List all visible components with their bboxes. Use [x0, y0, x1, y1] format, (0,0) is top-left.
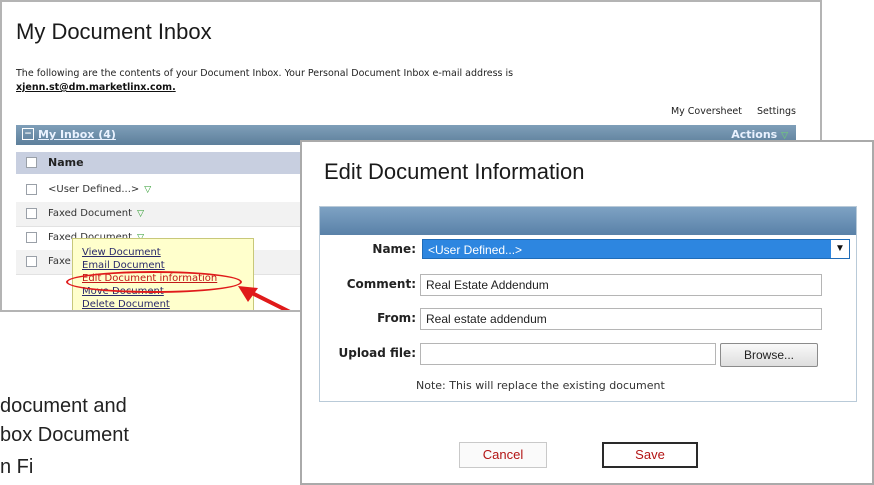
highlight-ellipse — [66, 271, 242, 293]
select-all-checkbox[interactable] — [26, 157, 37, 168]
row-label: <User Defined...> — [48, 184, 140, 195]
cancel-button[interactable]: Cancel — [459, 442, 547, 468]
save-button[interactable]: Save — [602, 442, 698, 468]
side-text-line1: document and — [0, 395, 127, 417]
comment-label: Comment: — [346, 277, 416, 291]
name-label: Name: — [372, 242, 416, 256]
browse-button[interactable]: Browse... — [720, 343, 818, 367]
row-label: Faxed Document — [48, 208, 133, 219]
delete-document-item[interactable]: Delete Document — [82, 299, 170, 310]
row-checkbox[interactable] — [26, 208, 37, 219]
my-coversheet-link[interactable]: My Coversheet — [671, 106, 742, 117]
side-text-line2: box Document — [0, 424, 129, 446]
inbox-links: My Coversheet Settings — [659, 106, 796, 117]
chevron-down-icon[interactable]: ▼ — [831, 240, 849, 258]
name-select-value: <User Defined...> — [428, 243, 523, 257]
dialog-form: Name: <User Defined...> ▼ Comment: Real … — [319, 206, 857, 402]
settings-link[interactable]: Settings — [757, 106, 796, 117]
view-document-item[interactable]: View Document — [82, 247, 161, 258]
comment-field[interactable]: Real Estate Addendum — [420, 274, 822, 296]
column-name-label[interactable]: Name — [48, 156, 84, 169]
collapse-icon[interactable]: − — [22, 128, 34, 140]
row-label: Faxe — [48, 256, 71, 267]
row-checkbox[interactable] — [26, 256, 37, 267]
inbox-email-line: xjenn.st@dm.marketlinx.com. — [16, 82, 176, 93]
dialog-title: Edit Document Information — [324, 159, 585, 184]
pointer-arrow-icon — [238, 286, 291, 310]
row-checkbox[interactable] — [26, 232, 37, 243]
replace-note: Note: This will replace the existing doc… — [416, 379, 665, 392]
row-checkbox[interactable] — [26, 184, 37, 195]
upload-file-field[interactable] — [420, 343, 716, 365]
my-inbox-title[interactable]: My Inbox (4) — [38, 128, 116, 141]
dialog-header-bar — [320, 207, 856, 235]
side-text-line3: n Fi — [0, 456, 34, 478]
from-field[interactable]: Real estate addendum — [420, 308, 822, 330]
inbox-email-period: . — [172, 82, 176, 93]
chevron-down-icon[interactable]: ▽ — [144, 185, 151, 195]
email-document-item[interactable]: Email Document — [82, 260, 165, 271]
inbox-email-address[interactable]: xjenn.st@dm.marketlinx.com — [16, 82, 172, 93]
upload-file-label: Upload file: — [338, 346, 416, 360]
inbox-description: The following are the contents of your D… — [16, 68, 514, 79]
chevron-down-icon[interactable]: ▽ — [137, 209, 144, 219]
edit-document-dialog: Edit Document Information Name: <User De… — [300, 140, 874, 485]
name-select[interactable]: <User Defined...> ▼ — [422, 239, 850, 259]
inbox-title: My Document Inbox — [16, 19, 212, 44]
from-label: From: — [377, 311, 416, 325]
